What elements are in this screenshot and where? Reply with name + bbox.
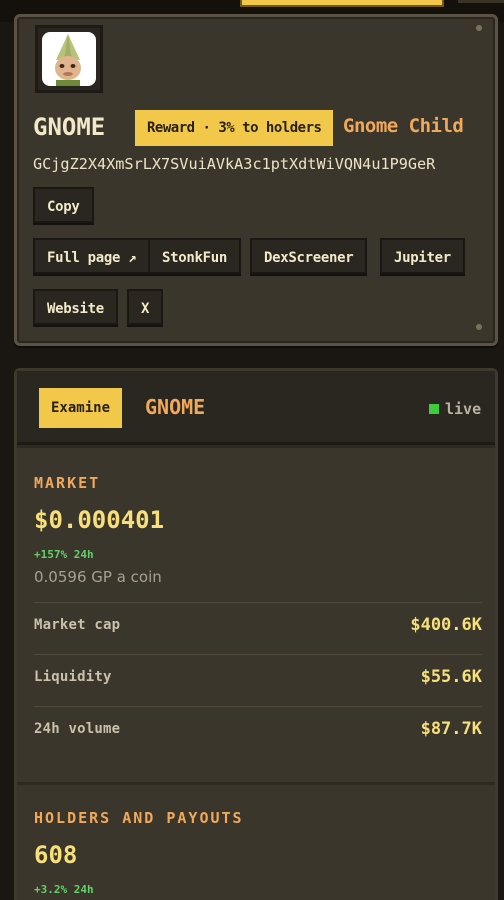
panel-header: Examine GNOME live — [17, 371, 495, 445]
market-cap-value: $400.6K — [410, 615, 482, 635]
token-panel: Examine GNOME live MARKET $0.000401 +157… — [14, 368, 498, 900]
market-label: MARKET — [34, 474, 101, 492]
website-link[interactable]: Website — [33, 289, 118, 325]
token-avatar — [35, 25, 103, 93]
live-dot-icon — [429, 404, 439, 414]
top-yellow-button-edge[interactable] — [240, 0, 444, 7]
live-label: live — [445, 400, 482, 418]
price-change: +157% 24h — [34, 548, 94, 561]
x-link[interactable]: X — [127, 289, 164, 325]
holders-label: HOLDERS AND PAYOUTS — [34, 809, 244, 827]
volume-row: 24h volume $87.7K — [34, 706, 482, 758]
top-dark-edge — [458, 0, 504, 3]
dexscreener-link[interactable]: DexScreener — [250, 238, 368, 274]
holders-change: +3.2% 24h — [34, 883, 94, 896]
live-indicator: live — [429, 400, 481, 418]
market-cap-label: Market cap — [34, 617, 121, 633]
token-ticker: GNOME — [33, 113, 106, 141]
holders-count: 608 — [34, 841, 78, 869]
token-card: GNOME Reward · 3% to holders Gnome Child… — [14, 14, 498, 346]
stonkfun-link[interactable]: StonkFun — [148, 238, 242, 274]
liquidity-label: Liquidity — [34, 669, 112, 685]
contract-address: GCjgZ2X4XmSrLX7SVuiAVkA3c1ptXdtWiVQN4u1P… — [33, 155, 436, 173]
panel-title: GNOME — [145, 395, 206, 419]
holders-section: HOLDERS AND PAYOUTS 608 +3.2% 24h — [17, 785, 495, 900]
corner-dot — [476, 25, 482, 31]
volume-value: $87.7K — [420, 719, 482, 739]
gnome-image — [42, 32, 96, 86]
liquidity-value: $55.6K — [420, 667, 482, 687]
gp-price: 0.0596 GP a coin — [34, 568, 162, 586]
market-section: MARKET $0.000401 +157% 24h 0.0596 GP a c… — [17, 448, 495, 782]
full-page-link[interactable]: Full page ↗ — [33, 238, 151, 274]
token-price: $0.000401 — [34, 506, 165, 534]
copy-button[interactable]: Copy — [33, 187, 94, 223]
jupiter-link[interactable]: Jupiter — [380, 238, 465, 274]
corner-dot — [476, 324, 482, 330]
examine-button[interactable]: Examine — [39, 388, 123, 428]
market-cap-row: Market cap $400.6K — [34, 602, 482, 654]
liquidity-row: Liquidity $55.6K — [34, 654, 482, 706]
reward-badge: Reward · 3% to holders — [135, 110, 334, 146]
token-name: Gnome Child — [343, 115, 464, 137]
volume-label: 24h volume — [34, 721, 121, 737]
